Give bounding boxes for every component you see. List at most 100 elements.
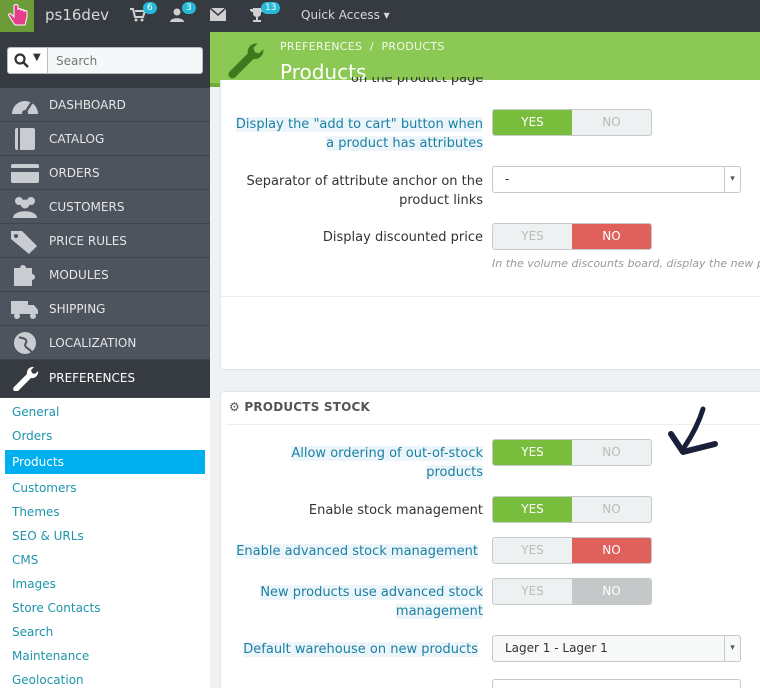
- default-warehouse-select[interactable]: Lager 1 - Lager 1 ▾: [492, 635, 741, 662]
- menu-item-orders[interactable]: ORDERS: [0, 156, 210, 190]
- menu-item-customers[interactable]: CUSTOMERS: [0, 190, 210, 224]
- separator-value: -: [505, 172, 510, 186]
- select-arrow-icon: ▾: [724, 167, 740, 192]
- add-to-cart-toggle[interactable]: YES NO: [492, 109, 652, 136]
- select-arrow-icon: ▾: [724, 636, 740, 661]
- credit-card-icon: [11, 164, 39, 183]
- submenu-item-customers[interactable]: Customers: [0, 476, 210, 500]
- submenu-item-search[interactable]: Search: [0, 620, 210, 644]
- toggle-no[interactable]: NO: [572, 440, 651, 465]
- menu-item-label: MODULES: [49, 268, 109, 282]
- breadcrumb-separator: /: [369, 40, 374, 53]
- toggle-no[interactable]: NO: [572, 579, 651, 604]
- discounted-price-help: In the volume discounts board, display t…: [492, 257, 760, 270]
- toggle-no[interactable]: NO: [572, 110, 651, 135]
- menu-item-localization[interactable]: LOCALIZATION: [0, 326, 210, 360]
- menu-item-catalog[interactable]: CATALOG: [0, 122, 210, 156]
- out-of-stock-toggle[interactable]: YES NO: [492, 439, 652, 466]
- cogs-icon: ⚙: [229, 400, 240, 414]
- submenu-item-cms[interactable]: CMS: [0, 548, 210, 572]
- cart-icon[interactable]: 6: [130, 2, 157, 26]
- submenu-item-store-contacts[interactable]: Store Contacts: [0, 596, 210, 620]
- hand-pointer-icon: [8, 4, 28, 26]
- menu-item-label: LOCALIZATION: [49, 336, 137, 350]
- breadcrumb: PREFERENCES / PRODUCTS: [280, 40, 445, 53]
- user-icon[interactable]: 3: [170, 2, 196, 26]
- separator-label: Separator of attribute anchor on the pro…: [246, 174, 484, 208]
- truck-icon: [11, 301, 38, 319]
- toggle-yes[interactable]: YES: [493, 440, 572, 465]
- sidebar: ▼ DASHBOARD CATALOG ORDERS CUSTOMERS PRI…: [0, 32, 210, 688]
- next-row-partial: [492, 679, 741, 688]
- submenu-item-products[interactable]: Products: [5, 450, 205, 474]
- submenu-item-geolocation[interactable]: Geolocation: [0, 668, 210, 688]
- globe-icon: [14, 332, 36, 354]
- menu-item-label: DASHBOARD: [49, 98, 126, 112]
- caret-down-icon: ▼: [33, 52, 41, 63]
- toggle-yes[interactable]: YES: [493, 497, 572, 522]
- submenu-item-general[interactable]: General: [0, 400, 210, 424]
- prestashop-logo[interactable]: [0, 0, 34, 32]
- sidebar-search: ▼: [0, 32, 210, 88]
- menu-item-label: PRICE RULES: [49, 234, 127, 248]
- breadcrumb-products[interactable]: PRODUCTS: [381, 40, 444, 53]
- stock-management-label: Enable stock management: [308, 503, 483, 518]
- menu-item-preferences[interactable]: PREFERENCES: [0, 360, 210, 398]
- submenu-item-themes[interactable]: Themes: [0, 500, 210, 524]
- search-type-button[interactable]: ▼: [7, 47, 48, 74]
- toggle-yes[interactable]: YES: [493, 538, 572, 563]
- users-icon: [13, 197, 37, 218]
- submenu-item-orders[interactable]: Orders: [0, 424, 210, 448]
- cart-count-badge: 6: [143, 2, 157, 14]
- stock-management-toggle[interactable]: YES NO: [492, 496, 652, 523]
- toggle-yes[interactable]: YES: [493, 224, 572, 249]
- products-stock-panel: ⚙ PRODUCTS STOCK Allow ordering of out-o…: [220, 391, 760, 688]
- menu-item-shipping[interactable]: SHIPPING: [0, 292, 210, 326]
- toggle-no[interactable]: NO: [572, 224, 651, 249]
- dashboard-icon: [12, 101, 38, 116]
- submenu-item-maintenance[interactable]: Maintenance: [0, 644, 210, 668]
- book-icon: [15, 128, 35, 150]
- customers-count-badge: 3: [182, 2, 196, 14]
- separator-select[interactable]: - ▾: [492, 166, 741, 193]
- toggle-no[interactable]: NO: [572, 538, 651, 563]
- wrench-icon: [228, 43, 264, 79]
- caret-down-icon: ▾: [383, 8, 390, 22]
- partial-label: on the product page: [351, 77, 484, 86]
- panel-footer: [221, 296, 760, 297]
- toggle-no[interactable]: NO: [572, 497, 651, 522]
- menu-item-label: CUSTOMERS: [49, 200, 125, 214]
- default-warehouse-label: Default warehouse on new products: [243, 642, 478, 657]
- trophy-icon[interactable]: 13: [250, 2, 281, 26]
- toggle-yes[interactable]: YES: [493, 110, 572, 135]
- quick-access-menu[interactable]: Quick Access ▾: [301, 8, 390, 22]
- discounted-price-label: Display discounted price: [322, 230, 483, 245]
- tags-icon: [11, 231, 37, 254]
- top-navbar: ps16dev 6 3 13 Quick Access ▾: [0, 0, 760, 32]
- advanced-stock-label: Enable advanced stock management: [236, 544, 478, 559]
- panel-heading: ⚙ PRODUCTS STOCK: [229, 400, 370, 414]
- shop-name[interactable]: ps16dev: [45, 6, 109, 24]
- out-of-stock-label: Allow ordering of out-of-stock products: [291, 446, 483, 480]
- main-menu: DASHBOARD CATALOG ORDERS CUSTOMERS PRICE…: [0, 88, 210, 688]
- puzzle-icon: [14, 265, 35, 286]
- advanced-stock-toggle[interactable]: YES NO: [492, 537, 652, 564]
- menu-item-modules[interactable]: MODULES: [0, 258, 210, 292]
- quick-access-label: Quick Access: [301, 8, 380, 22]
- search-input[interactable]: [48, 47, 203, 74]
- submenu-item-images[interactable]: Images: [0, 572, 210, 596]
- menu-item-label: CATALOG: [49, 132, 105, 146]
- new-products-advanced-toggle[interactable]: YES NO: [492, 578, 652, 605]
- trophy-count-badge: 13: [261, 2, 281, 14]
- menu-item-label: SHIPPING: [49, 302, 106, 316]
- menu-item-dashboard[interactable]: DASHBOARD: [0, 88, 210, 122]
- discounted-price-toggle[interactable]: YES NO: [492, 223, 652, 250]
- preferences-submenu: General Orders Products Customers Themes…: [0, 398, 210, 688]
- warehouse-value: Lager 1 - Lager 1: [505, 641, 608, 655]
- menu-item-price-rules[interactable]: PRICE RULES: [0, 224, 210, 258]
- panel-title: PRODUCTS STOCK: [244, 400, 371, 414]
- breadcrumb-preferences[interactable]: PREFERENCES: [280, 40, 362, 53]
- envelope-icon[interactable]: [209, 7, 227, 25]
- toggle-yes[interactable]: YES: [493, 579, 572, 604]
- submenu-item-seo-urls[interactable]: SEO & URLs: [0, 524, 210, 548]
